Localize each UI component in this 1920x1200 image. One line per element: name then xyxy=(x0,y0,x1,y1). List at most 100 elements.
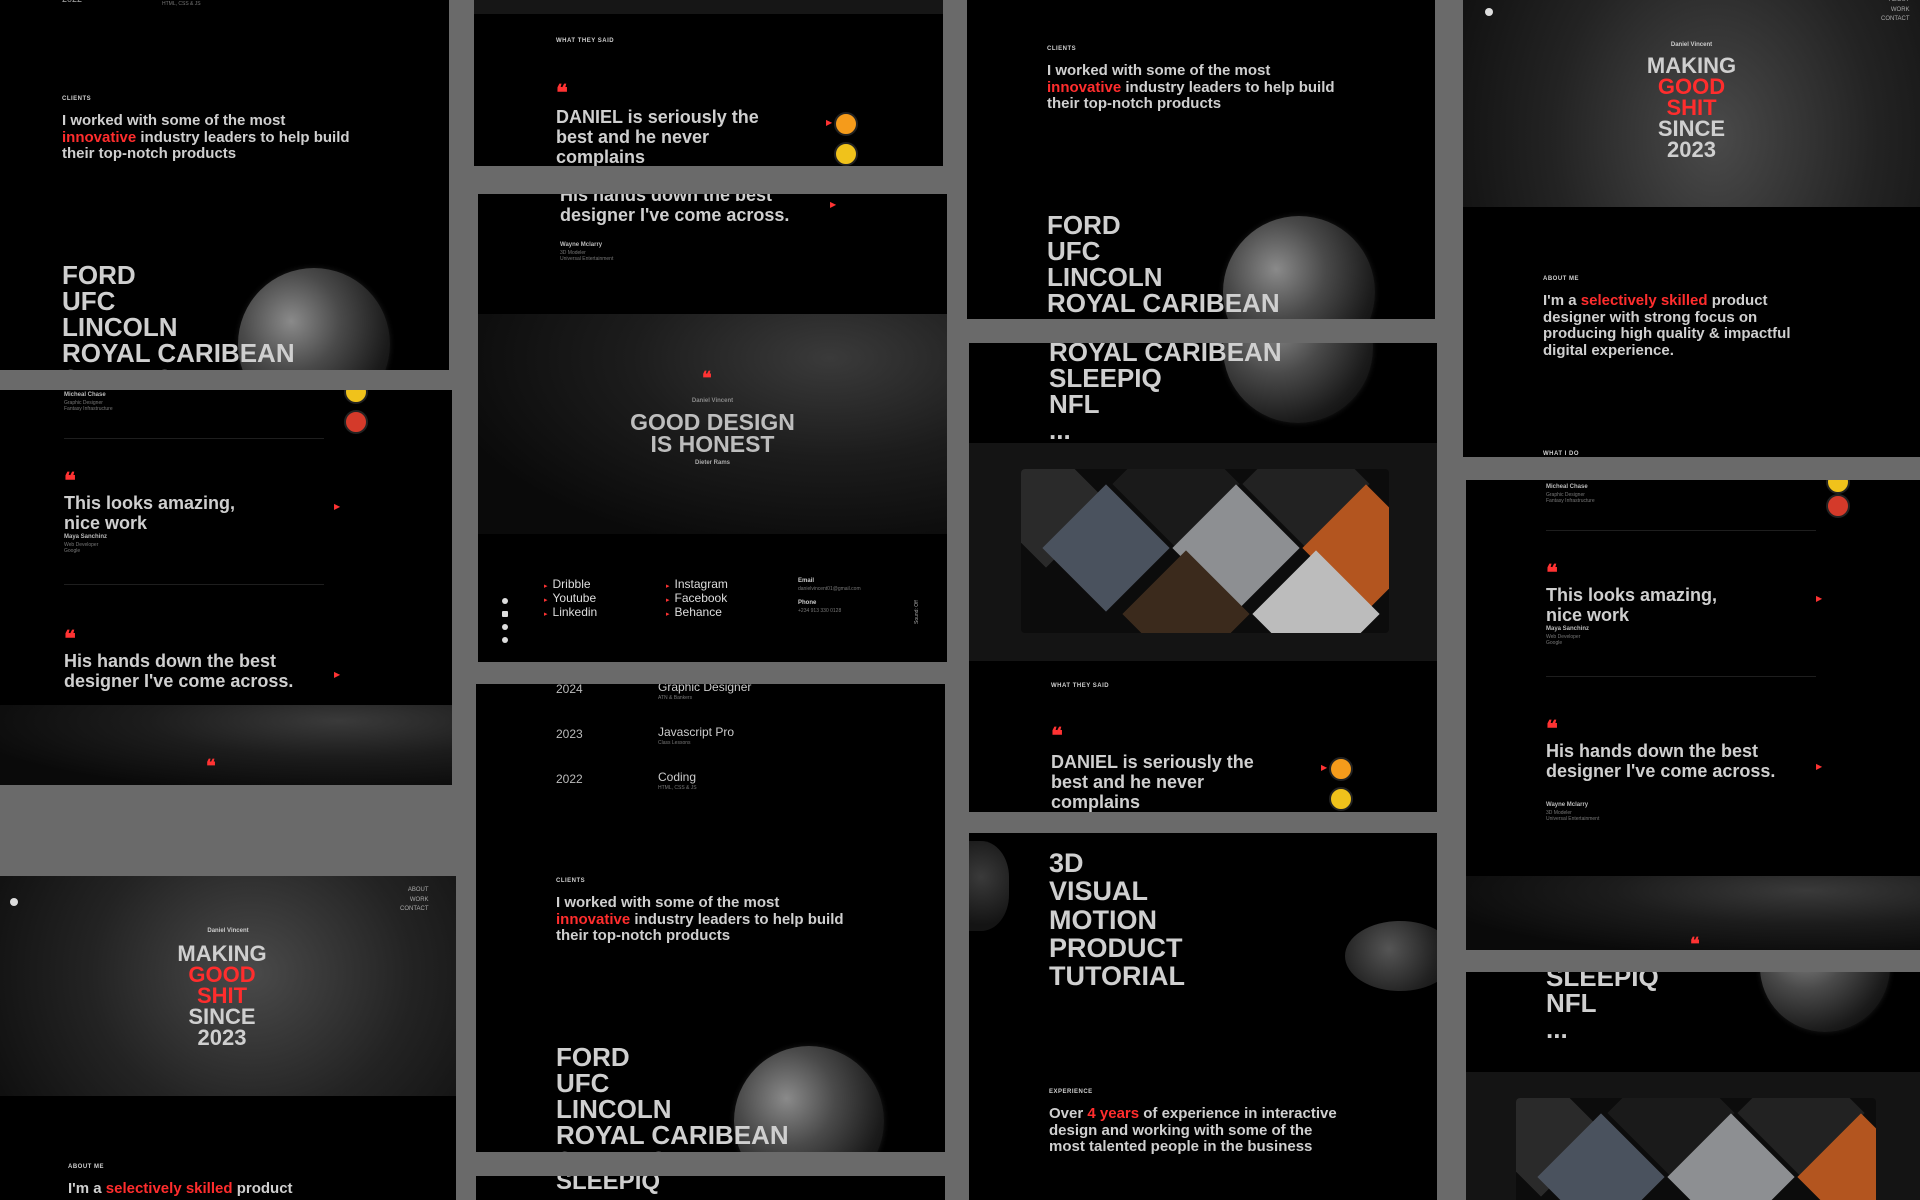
avatar[interactable] xyxy=(344,390,368,404)
paper-image xyxy=(0,705,452,785)
hero-name: Daniel Vincent xyxy=(1670,42,1713,48)
board-services-i: 3D VISUAL MOTION PRODUCT TUTORIAL EXPERI… xyxy=(969,833,1437,1200)
next-arrow-icon[interactable]: ▶ xyxy=(826,118,832,127)
next-arrow-icon[interactable]: ▶ xyxy=(334,670,340,679)
service-item: 3D xyxy=(1049,848,1084,878)
nav-link[interactable]: WORK xyxy=(400,896,429,906)
avatar[interactable] xyxy=(1329,757,1353,781)
phone-link[interactable]: +234 913 330 0128 xyxy=(798,608,861,614)
logo-icon[interactable] xyxy=(1485,8,1493,16)
board-timeline-f: 2024 Graphic Designer ATN & Bankers 2023… xyxy=(476,684,945,1152)
avatar[interactable] xyxy=(834,142,858,166)
board-testimonials-b: Micheal Chase Graphic Designer Fantasy I… xyxy=(0,390,452,785)
avatar[interactable] xyxy=(1826,494,1850,518)
next-arrow-icon[interactable]: ▶ xyxy=(334,502,340,511)
clients-intro: I worked with some of the most innovativ… xyxy=(1047,62,1335,112)
testimonial-quote: His hands down the best designer I've co… xyxy=(64,651,294,691)
client-name: SLEEPIQ xyxy=(556,1176,661,1195)
section-label: ABOUT ME xyxy=(1543,276,1579,282)
service-item: MOTION xyxy=(1049,904,1157,935)
motto-name: Daniel Vincent xyxy=(691,398,734,404)
telegram-icon[interactable] xyxy=(502,637,508,643)
product-image xyxy=(969,841,1009,931)
nav-link[interactable]: ABOUT xyxy=(400,886,429,896)
footer-link[interactable]: Facebook xyxy=(666,591,728,606)
instagram-icon[interactable] xyxy=(502,611,508,617)
clients-list: SLEEPIQ NFL ... xyxy=(1546,972,1659,1042)
avatar[interactable] xyxy=(834,112,858,136)
work-gallery xyxy=(1466,1072,1920,1200)
client-name: ROYAL CARIBEAN xyxy=(1049,343,1282,367)
next-arrow-icon[interactable]: ▶ xyxy=(1321,763,1327,772)
footer-link[interactable]: Behance xyxy=(666,605,728,620)
client-name: ... xyxy=(1546,1014,1568,1044)
quote-icon: ❝ xyxy=(1546,560,1558,586)
section-label: WHAT THEY SAID xyxy=(1051,683,1110,689)
strip-top xyxy=(474,0,943,14)
nav-link[interactable]: WORK xyxy=(1881,6,1910,16)
service-item: VISUAL xyxy=(1049,876,1149,907)
divider xyxy=(64,438,324,439)
divider xyxy=(64,584,324,585)
nav-link[interactable]: CONTACT xyxy=(1881,15,1910,25)
client-name: ... xyxy=(1049,415,1071,445)
section-label: EXPERIENCE xyxy=(1049,1089,1093,1095)
nav-link[interactable]: CONTACT xyxy=(400,905,429,915)
footer-link[interactable]: Youtube xyxy=(544,591,597,606)
about-intro: I'm a selectively skilled product xyxy=(68,1180,293,1197)
divider xyxy=(1546,676,1816,677)
quote-icon: ❝ xyxy=(1051,723,1063,749)
footer-link[interactable]: Instagram xyxy=(666,577,728,592)
nav-menu: ABOUT WORK CONTACT xyxy=(1881,0,1910,25)
testimonial-author: Micheal Chase Graphic Designer Fantasy I… xyxy=(1546,484,1595,505)
about-intro: I'm a selectively skilled product design… xyxy=(1543,292,1791,359)
avatar[interactable] xyxy=(1329,787,1353,811)
avatar[interactable] xyxy=(1826,480,1850,494)
hero-name: Daniel Vincent xyxy=(207,928,249,934)
section-label: WHAT THEY SAID xyxy=(556,38,615,44)
client-name: LINCOLN xyxy=(556,1094,672,1124)
client-name: UFC xyxy=(556,1068,610,1098)
testimonial-quote: DANIEL is seriously the best and he neve… xyxy=(556,107,759,166)
avatar[interactable] xyxy=(344,410,368,434)
gallery-frame[interactable] xyxy=(1516,1098,1876,1200)
testimonial-quote: This looks amazing, nice work xyxy=(64,493,236,533)
dribbble-icon[interactable] xyxy=(502,598,508,604)
logo-icon[interactable] xyxy=(10,898,18,906)
quote-icon: ❝ xyxy=(64,468,76,494)
next-arrow-icon[interactable]: ▶ xyxy=(1816,594,1822,603)
experience-intro: Over 4 years of experience in interactiv… xyxy=(1049,1105,1337,1155)
divider xyxy=(1546,530,1816,531)
gallery-frame[interactable] xyxy=(1021,469,1389,633)
board-mosaic-h: ROYAL CARIBEAN SLEEPIQ NFL ... WHAT THEY… xyxy=(969,343,1437,812)
email-link[interactable]: danielvincent01@gmail.com xyxy=(798,586,861,592)
hero-headline: MAKING GOOD SHIT SINCE 2023 xyxy=(1646,53,1737,162)
client-name: SLEEPIQ xyxy=(1049,363,1162,393)
motto-author: Dieter Rams xyxy=(694,460,730,466)
clients-intro: I worked with some of the most innovativ… xyxy=(556,894,844,944)
next-arrow-icon[interactable]: ▶ xyxy=(1816,762,1822,771)
section-label: WHAT I DO xyxy=(1543,451,1580,457)
timeline-fragment-sub: HTML, CSS & JS xyxy=(162,1,201,7)
next-arrow-icon[interactable]: ▶ xyxy=(830,200,836,209)
footer-link[interactable]: Dribble xyxy=(544,577,597,592)
footer-link[interactable]: Linkedin xyxy=(544,605,598,620)
pinterest-icon[interactable] xyxy=(502,624,508,630)
quote-icon: ❝ xyxy=(702,368,712,389)
clients-list: FORD UFC LINCOLN ROYAL CARIBEAN SLEEPIQ xyxy=(1047,212,1280,319)
board-hero-j: ABOUT WORK CONTACT Daniel Vincent MAKING… xyxy=(1463,0,1920,457)
sound-toggle[interactable]: Sound: Off xyxy=(914,600,920,624)
board-mosaic-l: SLEEPIQ NFL ... xyxy=(1466,972,1920,1200)
mouse-image xyxy=(1345,921,1437,991)
board-clients-fragment: SLEEPIQ xyxy=(476,1176,945,1200)
client-name: ROYAL CARIBEAN xyxy=(62,338,295,368)
testimonial-quote: His hands down the best designer I've co… xyxy=(560,194,790,225)
section-label: CLIENTS xyxy=(556,878,586,884)
timeline-row: 2024 Graphic Designer ATN & Bankers xyxy=(556,684,752,701)
work-gallery xyxy=(969,443,1437,661)
section-label: CLIENTS xyxy=(1047,46,1077,52)
quote-icon: ❝ xyxy=(1546,716,1558,742)
testimonial-author: Micheal Chase Graphic Designer Fantasy I… xyxy=(64,392,113,413)
client-name: FORD xyxy=(556,1042,630,1072)
section-label: CLIENTS xyxy=(62,96,92,102)
